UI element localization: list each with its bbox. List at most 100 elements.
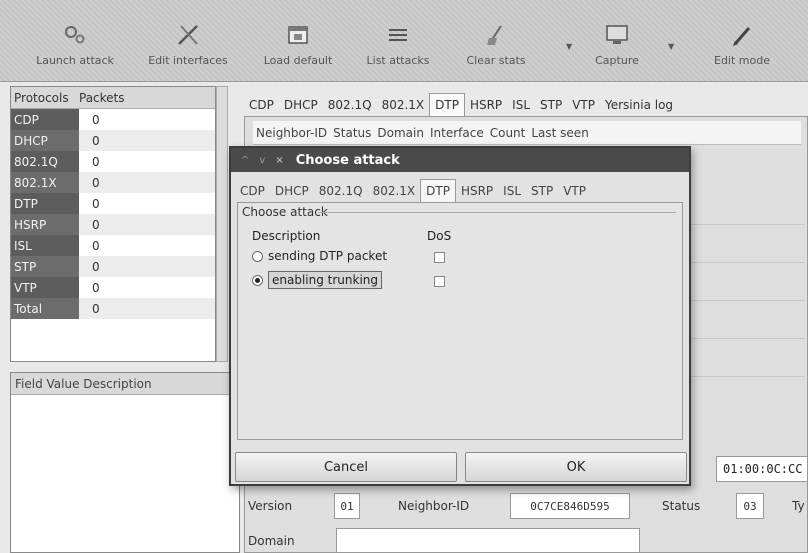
protocol-name: DTP — [11, 193, 79, 214]
gears-icon — [65, 26, 85, 44]
protocols-column-header[interactable]: Protocols — [11, 91, 79, 105]
dialog-tab-cdp[interactable]: CDP — [235, 180, 270, 202]
edit-mode-label: Edit mode — [714, 54, 770, 67]
status-label: Status — [662, 499, 701, 513]
clear-stats-dropdown-icon[interactable]: ▼ — [566, 42, 572, 51]
attack-radio[interactable] — [252, 250, 263, 262]
protocol-name: CDP — [11, 109, 79, 130]
protocol-row-dhcp[interactable]: DHCP 0 — [11, 130, 215, 151]
window-icon — [288, 26, 308, 44]
packet-count: 0 — [92, 301, 100, 316]
dialog-tab-isl[interactable]: ISL — [498, 180, 526, 202]
field-value-header[interactable]: Field Value Description — [11, 373, 239, 395]
neighbor-id-label: Neighbor-ID — [398, 499, 470, 513]
protocols-table-header: Protocols Packets — [11, 87, 215, 109]
dialog-tab-stp[interactable]: STP — [526, 180, 558, 202]
dialog-tab-dtp[interactable]: DTP — [420, 179, 456, 202]
type-label: Ty — [792, 499, 805, 513]
attack-option-enabling-trunking[interactable]: enabling trunking — [252, 271, 383, 289]
dialog-titlebar[interactable]: ^ v × Choose attack — [231, 148, 689, 172]
protocol-tabs: CDP DHCP 802.1Q 802.1X DTP HSRP ISL STP … — [244, 88, 808, 116]
packet-count: 0 — [92, 217, 100, 232]
column-domain[interactable]: Domain — [374, 126, 427, 140]
frame-title: Choose attack — [242, 205, 328, 219]
domain-field[interactable] — [336, 528, 640, 553]
protocol-name: STP — [11, 256, 79, 277]
packet-count: 0 — [92, 259, 100, 274]
tab-yersinia-log[interactable]: Yersinia log — [600, 94, 678, 116]
protocol-row-hsrp[interactable]: HSRP 0 — [11, 214, 215, 235]
dialog-tab-8021q[interactable]: 802.1Q — [314, 180, 368, 202]
protocol-name: Total — [11, 298, 79, 319]
tab-8021x[interactable]: 802.1X — [377, 94, 430, 116]
dos-checkbox-sending-dtp[interactable] — [434, 252, 445, 263]
domain-label: Domain — [248, 534, 295, 548]
close-icon[interactable]: × — [275, 155, 283, 166]
toolbar: Launch attack Edit interfaces Load defau… — [0, 0, 808, 82]
tab-dtp[interactable]: DTP — [429, 93, 465, 116]
edit-interfaces-label: Edit interfaces — [148, 54, 228, 67]
tab-8021q[interactable]: 802.1Q — [323, 94, 377, 116]
attack-option-sending-dtp[interactable]: sending DTP packet — [252, 249, 387, 263]
tab-vtp[interactable]: VTP — [567, 94, 600, 116]
neighbor-table-grid — [685, 187, 805, 377]
packet-count: 0 — [92, 196, 100, 211]
protocol-row-total[interactable]: Total 0 — [11, 298, 215, 319]
protocol-row-8021q[interactable]: 802.1Q 0 — [11, 151, 215, 172]
broom-icon — [487, 25, 502, 45]
protocols-scrollbar[interactable] — [216, 86, 228, 362]
column-count[interactable]: Count — [487, 126, 529, 140]
tab-cdp[interactable]: CDP — [244, 94, 279, 116]
protocol-row-isl[interactable]: ISL 0 — [11, 235, 215, 256]
dialog-tab-hsrp[interactable]: HSRP — [456, 180, 498, 202]
packet-count: 0 — [92, 280, 100, 295]
choose-attack-frame: Choose attack Description DoS sending DT… — [237, 202, 683, 440]
ok-button[interactable]: OK — [465, 452, 687, 482]
dos-checkbox-enabling-trunking[interactable] — [434, 276, 445, 287]
column-last-seen[interactable]: Last seen — [528, 126, 591, 140]
load-default-label: Load default — [263, 54, 333, 67]
status-field[interactable]: 03 — [736, 493, 764, 519]
column-status[interactable]: Status — [330, 126, 374, 140]
protocol-row-vtp[interactable]: VTP 0 — [11, 277, 215, 298]
column-interface[interactable]: Interface — [427, 126, 487, 140]
dialog-tab-vtp[interactable]: VTP — [558, 180, 591, 202]
tools-icon — [178, 25, 198, 45]
neighbor-id-field[interactable]: 0C7CE846D595 — [510, 493, 630, 519]
protocol-row-cdp[interactable]: CDP 0 — [11, 109, 215, 130]
dialog-tab-dhcp[interactable]: DHCP — [270, 180, 314, 202]
attack-label: sending DTP packet — [268, 249, 388, 263]
protocol-row-8021x[interactable]: 802.1X 0 — [11, 172, 215, 193]
destination-mac-field[interactable]: 01:00:0C:CC — [716, 456, 808, 482]
capture-dropdown-icon[interactable]: ▼ — [668, 42, 674, 51]
clear-stats-label: Clear stats — [466, 54, 526, 67]
protocol-row-dtp[interactable]: DTP 0 — [11, 193, 215, 214]
tab-isl[interactable]: ISL — [507, 94, 535, 116]
dialog-tab-8021x[interactable]: 802.1X — [368, 180, 421, 202]
protocol-name: 802.1Q — [11, 151, 79, 172]
maximize-icon[interactable]: v — [259, 155, 265, 166]
version-field[interactable]: 01 — [334, 493, 360, 519]
column-neighbor-id[interactable]: Neighbor-ID — [253, 126, 330, 140]
packet-count: 0 — [92, 238, 100, 253]
minimize-icon[interactable]: ^ — [241, 155, 249, 166]
attack-radio[interactable] — [252, 274, 263, 286]
packet-count: 0 — [92, 112, 100, 127]
monitor-icon — [606, 25, 628, 44]
tab-stp[interactable]: STP — [535, 94, 567, 116]
neighbor-table-header: Neighbor-ID Status Domain Interface Coun… — [253, 121, 801, 145]
protocol-row-stp[interactable]: STP 0 — [11, 256, 215, 277]
attack-label: enabling trunking — [268, 271, 383, 289]
cancel-button[interactable]: Cancel — [235, 452, 457, 482]
protocol-name: HSRP — [11, 214, 79, 235]
packet-count: 0 — [92, 175, 100, 190]
tab-dhcp[interactable]: DHCP — [279, 94, 323, 116]
dialog-protocol-tabs: CDP DHCP 802.1Q 802.1X DTP HSRP ISL STP … — [231, 172, 689, 202]
tab-hsrp[interactable]: HSRP — [465, 94, 507, 116]
protocol-name: DHCP — [11, 130, 79, 151]
version-label: Version — [248, 499, 293, 513]
packets-column-header[interactable]: Packets — [79, 91, 125, 105]
field-value-panel: Field Value Description — [10, 372, 240, 553]
capture-label: Capture — [595, 54, 639, 67]
description-column-header: Description — [252, 229, 321, 243]
